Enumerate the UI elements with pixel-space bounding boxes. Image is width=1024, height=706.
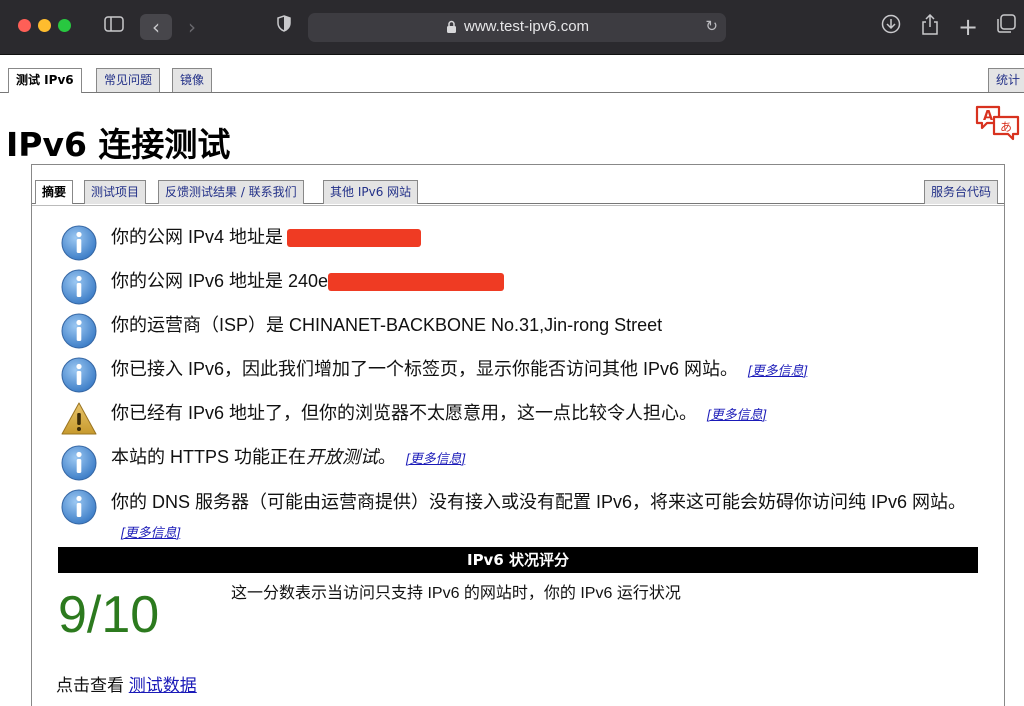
score-description: 这一分数表示当访问只支持 IPv6 的网站时，你的 IPv6 运行状况 <box>231 585 681 602</box>
test-data-row: 点击查看 测试数据 <box>56 671 197 696</box>
lock-icon <box>447 20 456 33</box>
download-icon[interactable] <box>878 14 904 40</box>
score-value: 9/10 <box>58 586 160 644</box>
result-text: 你的公网 IPv6 地址是 240e <box>111 268 991 294</box>
redacted-ipv6 <box>328 273 505 292</box>
result-text: 你的 DNS 服务器（可能由运营商提供）没有接入或没有配置 IPv6，将来这可能… <box>111 492 967 540</box>
address-bar[interactable]: www.test-ipv6.com ↻ <box>308 13 726 42</box>
more-info-link[interactable]: [更多信息] <box>121 525 180 540</box>
tab-summary[interactable]: 摘要 <box>35 180 74 204</box>
tab-mirrors[interactable]: 镜像 <box>172 68 213 92</box>
tabs-overview-icon[interactable] <box>993 14 1019 40</box>
test-data-link[interactable]: 测试数据 <box>129 676 197 695</box>
minimize-window-button[interactable] <box>38 19 51 32</box>
more-info-link[interactable]: [更多信息] <box>748 363 807 378</box>
info-icon <box>61 313 97 349</box>
more-info-link[interactable]: [更多信息] <box>707 407 766 422</box>
new-tab-icon[interactable]: + <box>955 14 981 40</box>
share-icon[interactable] <box>917 13 943 40</box>
back-icon[interactable]: ‹ <box>140 14 172 40</box>
tab-stats[interactable]: 统计 <box>988 68 1024 92</box>
content-panel: 摘要 测试项目 反馈测试结果 / 联系我们 其他 IPv6 网站 服务台代码 你… <box>31 164 1005 706</box>
main-tab-bar: 测试 IPv6 常见问题 镜像 统计 <box>0 66 1024 93</box>
divider <box>32 205 1004 206</box>
test-data-prefix: 点击查看 <box>56 676 124 695</box>
browser-toolbar: ‹ › www.test-ipv6.com ↻ + <box>0 0 1024 55</box>
language-translate-icon[interactable]: A あ <box>974 104 1022 142</box>
info-icon <box>61 225 97 261</box>
result-text: 你的公网 IPv4 地址是 <box>111 224 991 250</box>
result-text: 你已经有 IPv6 地址了，但你的浏览器不太愿意用，这一点比较令人担心。 [更多信… <box>111 403 767 423</box>
page-title: IPv6 连接测试 <box>6 125 231 164</box>
info-icon <box>61 445 97 481</box>
tab-feedback-contact[interactable]: 反馈测试结果 / 联系我们 <box>158 180 304 204</box>
zoom-window-button[interactable] <box>58 19 71 32</box>
sidebar-icon[interactable] <box>100 14 128 40</box>
info-icon <box>61 269 97 305</box>
more-info-link[interactable]: [更多信息] <box>406 451 465 466</box>
tab-faq[interactable]: 常见问题 <box>96 68 161 92</box>
tab-test-ipv6[interactable]: 测试 IPv6 <box>8 68 82 93</box>
svg-text:あ: あ <box>1000 120 1012 134</box>
warning-icon <box>61 402 97 435</box>
tab-helpdesk-code[interactable]: 服务台代码 <box>924 180 999 204</box>
result-text: 你的运营商（ISP）是 CHINANET-BACKBONE No.31,Jin-… <box>111 315 663 335</box>
redacted-ipv4 <box>287 229 422 248</box>
svg-text:A: A <box>983 109 993 124</box>
tab-test-items[interactable]: 测试项目 <box>84 180 147 204</box>
info-icon <box>61 489 97 525</box>
url-text: www.test-ipv6.com <box>464 18 590 35</box>
tab-other-ipv6-sites[interactable]: 其他 IPv6 网站 <box>323 180 419 204</box>
result-text: 本站的 HTTPS 功能正在开放测试。 [更多信息] <box>111 447 466 467</box>
reload-icon[interactable]: ↻ <box>705 17 718 35</box>
shield-icon[interactable] <box>270 14 298 40</box>
forward-icon[interactable]: › <box>178 14 206 40</box>
sub-tab-bar: 摘要 测试项目 反馈测试结果 / 联系我们 其他 IPv6 网站 服务台代码 <box>32 179 1004 204</box>
close-window-button[interactable] <box>18 19 31 32</box>
info-icon <box>61 357 97 393</box>
result-text: 你已接入 IPv6，因此我们增加了一个标签页，显示你能否访问其他 IPv6 网站… <box>111 359 808 379</box>
score-heading: IPv6 状况评分 <box>58 547 978 573</box>
